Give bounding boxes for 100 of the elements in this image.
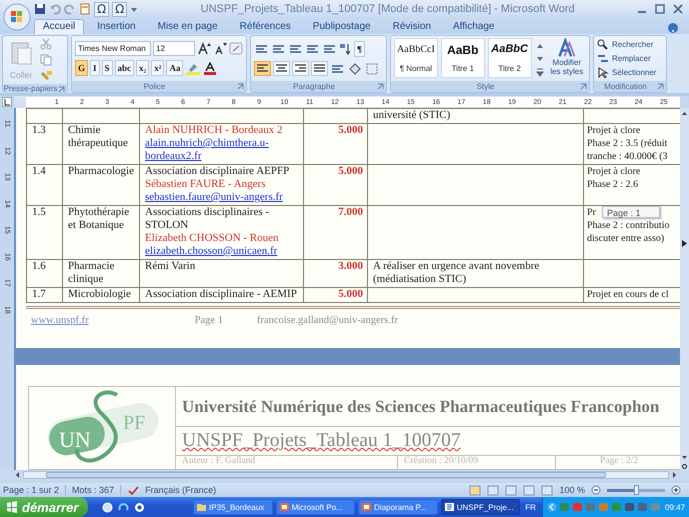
taskbar-button[interactable]: UNSPF_Proje... — [440, 499, 520, 515]
email-link[interactable]: alain.nuhrich@chimthera.u-bordeaux2.fr — [145, 137, 300, 163]
status-text: tranche : 40.000€ (3 — [587, 151, 668, 162]
browser-icon[interactable] — [118, 502, 129, 512]
ribbon-tab[interactable]: Accueil — [34, 19, 84, 34]
scroll-left-icon[interactable] — [14, 471, 21, 479]
scroll-up-icon[interactable] — [681, 110, 688, 117]
document-name: UNSPF_Projets_Tableau 1_100707 — [182, 430, 461, 451]
change-styles-button[interactable]: Modifier les styles — [548, 38, 586, 79]
editing-command[interactable]: Remplacer — [597, 53, 656, 64]
ribbon-tab[interactable]: Références — [230, 19, 300, 34]
split-arrow-icon[interactable] — [681, 239, 688, 248]
group-label: Paragraphe — [293, 82, 335, 91]
status-text: Phase 2 : contributio — [587, 220, 670, 231]
format-painter-icon[interactable] — [39, 70, 53, 82]
document-icon — [444, 502, 455, 512]
taskbar-button[interactable]: IP35_Bordeaux — [193, 499, 273, 515]
dialog-launcher-icon[interactable] — [237, 83, 244, 90]
grow-font-icon[interactable] — [197, 42, 211, 55]
page-tooltip: Page : 1 — [602, 206, 660, 218]
dialog-launcher-icon[interactable] — [377, 83, 384, 90]
align-button[interactable] — [273, 61, 290, 76]
align-button[interactable] — [292, 61, 309, 76]
page-number: Page 1 — [194, 315, 223, 326]
style-preview: AaBbC — [491, 43, 528, 56]
format-button[interactable]: G — [75, 60, 88, 76]
discipline-cell: Phytothérapie et Botanique — [68, 206, 130, 231]
remark-cell: université (STIC) — [373, 109, 450, 121]
symbol-button[interactable]: Ω — [94, 2, 110, 16]
cut-icon[interactable] — [39, 38, 53, 50]
zoom-out-icon[interactable] — [591, 485, 601, 495]
help-icon[interactable] — [667, 22, 679, 34]
style-name: ¶ Normal — [400, 64, 432, 72]
spelling-icon[interactable] — [127, 484, 140, 496]
editing-command[interactable]: Sélectionner — [597, 67, 656, 78]
app-icon[interactable] — [134, 502, 145, 512]
format-button[interactable]: I — [90, 60, 100, 76]
find-icon — [597, 39, 609, 50]
remark-cell: A réaliser en urgence avant novembre (médiatisation STIC) — [373, 260, 540, 285]
ribbon-tab[interactable]: Mise en page — [148, 19, 227, 34]
sort-icon[interactable] — [339, 43, 352, 55]
dialog-launcher-icon[interactable] — [657, 83, 664, 90]
align-button[interactable] — [254, 61, 271, 76]
save-icon[interactable] — [34, 3, 46, 15]
line-spacing-icon[interactable] — [330, 62, 345, 74]
maximize-icon[interactable] — [655, 4, 665, 14]
page-status: Page : 1 sur 2 — [3, 485, 60, 495]
replace-icon — [597, 53, 609, 64]
dialog-launcher-icon[interactable] — [58, 86, 65, 93]
zoom-in-icon[interactable] — [671, 485, 681, 495]
scroll-right-icon[interactable] — [671, 471, 678, 479]
ribbon-tab[interactable]: Publipostage — [304, 19, 380, 34]
style-name: Titre 1 — [452, 64, 474, 74]
document-icon[interactable] — [79, 3, 91, 15]
format-button[interactable]: x² — [151, 60, 164, 76]
web-layout-icon[interactable] — [505, 484, 518, 496]
style-preview: AaBbCcI — [397, 44, 435, 54]
scroll-thumb[interactable] — [46, 472, 606, 478]
email-link[interactable]: sebastien.faure@univ-angers.fr — [145, 191, 300, 204]
font-color-icon[interactable] — [203, 62, 218, 74]
ribbon-tab[interactable]: Insertion — [88, 19, 145, 34]
language-status[interactable]: Français (France) — [145, 485, 216, 495]
editing-command[interactable]: Rechercher — [597, 39, 656, 50]
browse-object-icon[interactable] — [681, 463, 688, 470]
folder-icon — [196, 502, 208, 512]
format-button[interactable]: S — [102, 60, 113, 76]
window-title: UNSPF_Projets_Tableau 1_100707 [Mode de compatibilité] - Microsoft Word — [200, 3, 576, 15]
taskbar-button[interactable]: Microsoft Po... — [276, 499, 356, 515]
format-button[interactable]: x₂ — [136, 60, 150, 76]
shrink-font-icon[interactable] — [213, 42, 227, 55]
style-gallery-item[interactable]: AaBbC Titre 2 — [488, 38, 532, 78]
font-size-field[interactable]: 12 — [153, 41, 195, 56]
font-name-field[interactable]: Times New Roman — [75, 41, 151, 56]
quick-launch-icon[interactable] — [102, 502, 113, 512]
clear-format-icon[interactable] — [229, 42, 243, 55]
reading-view-icon[interactable] — [487, 484, 500, 496]
dialog-launcher-icon[interactable] — [580, 83, 587, 90]
close-icon[interactable] — [673, 4, 683, 14]
copy-icon[interactable] — [39, 54, 53, 66]
ribbon-tab[interactable]: Révision — [384, 19, 440, 34]
input-language[interactable]: FR — [525, 502, 536, 512]
print-layout-icon[interactable] — [469, 484, 482, 496]
format-button[interactable]: Aa — [166, 60, 184, 76]
align-button[interactable] — [311, 61, 328, 76]
show-formatting-button[interactable]: ¶ — [354, 41, 365, 57]
style-gallery-item[interactable]: AaBb Titre 1 — [440, 38, 485, 78]
more-icon[interactable] — [534, 66, 545, 78]
ribbon-tab[interactable]: Affichage — [444, 19, 504, 34]
taskbar-button[interactable]: Diaporama P... — [358, 499, 438, 515]
amount-cell: 3.000 — [338, 260, 363, 272]
email-link[interactable]: elizabeth.chosson@unicaen.fr — [145, 245, 300, 258]
format-button[interactable]: abc — [114, 60, 134, 76]
style-gallery-item[interactable]: AaBbCcI ¶ Normal — [394, 38, 438, 78]
symbol-button[interactable]: Ω — [112, 2, 128, 16]
tab-selector-icon[interactable] — [2, 97, 12, 107]
creation-date: Création : 20/10/09 — [404, 456, 478, 466]
scroll-down-icon[interactable] — [681, 454, 688, 461]
draft-icon[interactable] — [541, 484, 554, 496]
tray-icon[interactable] — [624, 502, 635, 512]
outline-icon[interactable] — [523, 484, 536, 496]
